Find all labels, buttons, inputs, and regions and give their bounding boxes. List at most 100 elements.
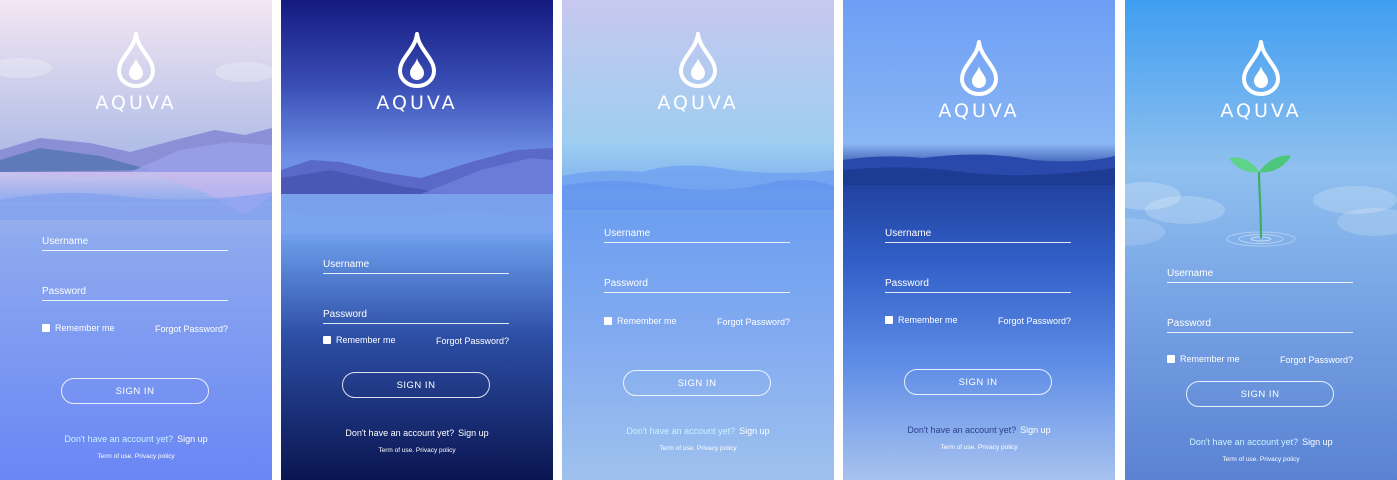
password-input[interactable] bbox=[323, 309, 509, 320]
brand-name: AQUVA bbox=[938, 100, 1020, 122]
options-row: Remember me Forgot Password? bbox=[42, 323, 228, 337]
legal-links: Term of use. Privacy policy bbox=[1125, 456, 1397, 463]
logo: AQUVA bbox=[1125, 40, 1397, 122]
sign-up-link[interactable]: Sign up bbox=[458, 428, 489, 438]
password-input[interactable] bbox=[885, 278, 1071, 289]
options-row: Remember me Forgot Password? bbox=[885, 315, 1071, 329]
remember-me[interactable]: Remember me bbox=[323, 335, 396, 345]
remember-me[interactable]: Remember me bbox=[42, 323, 115, 333]
brand-name: AQUVA bbox=[95, 92, 177, 114]
logo: AQUVA bbox=[562, 32, 834, 114]
signup-prompt: Don't have an account yet? Sign up bbox=[281, 428, 553, 438]
remember-me[interactable]: Remember me bbox=[885, 315, 958, 325]
sign-up-link[interactable]: Sign up bbox=[739, 426, 770, 436]
password-field[interactable] bbox=[323, 303, 509, 324]
remember-checkbox[interactable] bbox=[1167, 355, 1175, 363]
logo: AQUVA bbox=[843, 40, 1115, 122]
password-field[interactable] bbox=[885, 272, 1071, 293]
sign-in-button[interactable]: SIGN IN bbox=[342, 372, 490, 398]
privacy-link[interactable]: Privacy policy bbox=[135, 453, 175, 460]
remember-checkbox[interactable] bbox=[323, 336, 331, 344]
remember-label: Remember me bbox=[336, 335, 396, 345]
privacy-link[interactable]: Privacy policy bbox=[1260, 456, 1300, 463]
forgot-password-link[interactable]: Forgot Password? bbox=[998, 316, 1071, 326]
signup-question: Don't have an account yet? bbox=[626, 426, 736, 436]
legal-links: Term of use. Privacy policy bbox=[0, 453, 272, 460]
signup-prompt: Don't have an account yet? Sign up bbox=[843, 425, 1115, 435]
terms-link[interactable]: Term of use. bbox=[659, 445, 695, 452]
terms-link[interactable]: Term of use. bbox=[97, 453, 133, 460]
remember-label: Remember me bbox=[898, 315, 958, 325]
sign-in-button[interactable]: SIGN IN bbox=[623, 370, 771, 396]
terms-link[interactable]: Term of use. bbox=[378, 447, 414, 454]
signup-question: Don't have an account yet? bbox=[1189, 437, 1299, 447]
legal-links: Term of use. Privacy policy bbox=[281, 447, 553, 454]
legal-links: Term of use. Privacy policy bbox=[843, 444, 1115, 451]
terms-link[interactable]: Term of use. bbox=[940, 444, 976, 451]
signup-prompt: Don't have an account yet? Sign up bbox=[0, 434, 272, 444]
signup-question: Don't have an account yet? bbox=[345, 428, 455, 438]
sign-in-button[interactable]: SIGN IN bbox=[61, 378, 209, 404]
remember-label: Remember me bbox=[617, 316, 677, 326]
brand-name: AQUVA bbox=[376, 92, 458, 114]
options-row: Remember me Forgot Password? bbox=[323, 335, 509, 349]
username-input[interactable] bbox=[604, 228, 790, 239]
login-screen-deep-waves: AQUVA Remember me Forgot Password? SIGN … bbox=[843, 0, 1115, 480]
password-field[interactable] bbox=[604, 272, 790, 293]
remember-checkbox[interactable] bbox=[604, 317, 612, 325]
brand-name: AQUVA bbox=[657, 92, 739, 114]
privacy-link[interactable]: Privacy policy bbox=[697, 445, 737, 452]
password-input[interactable] bbox=[42, 286, 228, 297]
login-screen-lake-night: AQUVA Remember me Forgot Password? SIGN … bbox=[281, 0, 553, 480]
remember-checkbox[interactable] bbox=[885, 316, 893, 324]
terms-link[interactable]: Term of use. bbox=[1222, 456, 1258, 463]
logo: AQUVA bbox=[281, 32, 553, 114]
password-field[interactable] bbox=[1167, 312, 1353, 333]
water-drop-icon bbox=[679, 32, 717, 88]
sign-in-button[interactable]: SIGN IN bbox=[1186, 381, 1334, 407]
forgot-password-link[interactable]: Forgot Password? bbox=[717, 317, 790, 327]
options-row: Remember me Forgot Password? bbox=[1167, 354, 1353, 368]
privacy-link[interactable]: Privacy policy bbox=[978, 444, 1018, 451]
username-input[interactable] bbox=[1167, 268, 1353, 279]
sign-up-link[interactable]: Sign up bbox=[1302, 437, 1333, 447]
sign-up-link[interactable]: Sign up bbox=[177, 434, 208, 444]
username-input[interactable] bbox=[885, 228, 1071, 239]
brand-name: AQUVA bbox=[1220, 100, 1302, 122]
username-field[interactable] bbox=[1167, 262, 1353, 283]
water-drop-icon bbox=[1242, 40, 1280, 96]
remember-checkbox[interactable] bbox=[42, 324, 50, 332]
remember-me[interactable]: Remember me bbox=[1167, 354, 1240, 364]
legal-links: Term of use. Privacy policy bbox=[562, 445, 834, 452]
username-input[interactable] bbox=[323, 259, 509, 270]
signup-question: Don't have an account yet? bbox=[907, 425, 1017, 435]
sign-in-button[interactable]: SIGN IN bbox=[904, 369, 1052, 395]
password-input[interactable] bbox=[604, 278, 790, 289]
username-field[interactable] bbox=[323, 253, 509, 274]
water-drop-icon bbox=[960, 40, 998, 96]
options-row: Remember me Forgot Password? bbox=[604, 316, 790, 330]
water-drop-icon bbox=[398, 32, 436, 88]
signup-question: Don't have an account yet? bbox=[64, 434, 174, 444]
username-field[interactable] bbox=[604, 222, 790, 243]
username-input[interactable] bbox=[42, 236, 228, 247]
forgot-password-link[interactable]: Forgot Password? bbox=[155, 324, 228, 334]
sign-up-link[interactable]: Sign up bbox=[1020, 425, 1051, 435]
logo: AQUVA bbox=[0, 32, 272, 114]
remember-label: Remember me bbox=[1180, 354, 1240, 364]
password-field[interactable] bbox=[42, 280, 228, 301]
forgot-password-link[interactable]: Forgot Password? bbox=[1280, 355, 1353, 365]
remember-me[interactable]: Remember me bbox=[604, 316, 677, 326]
username-field[interactable] bbox=[42, 230, 228, 251]
login-screen-sprout: AQUVA Remember me Forgot Password? SIGN … bbox=[1125, 0, 1397, 480]
signup-prompt: Don't have an account yet? Sign up bbox=[562, 426, 834, 436]
signup-prompt: Don't have an account yet? Sign up bbox=[1125, 437, 1397, 447]
remember-label: Remember me bbox=[55, 323, 115, 333]
login-screen-lake-dusk: AQUVA Remember me Forgot Password? SIGN … bbox=[0, 0, 272, 480]
forgot-password-link[interactable]: Forgot Password? bbox=[436, 336, 509, 346]
privacy-link[interactable]: Privacy policy bbox=[416, 447, 456, 454]
username-field[interactable] bbox=[885, 222, 1071, 243]
water-drop-icon bbox=[117, 32, 155, 88]
login-screen-soft-waves: AQUVA Remember me Forgot Password? SIGN … bbox=[562, 0, 834, 480]
password-input[interactable] bbox=[1167, 318, 1353, 329]
